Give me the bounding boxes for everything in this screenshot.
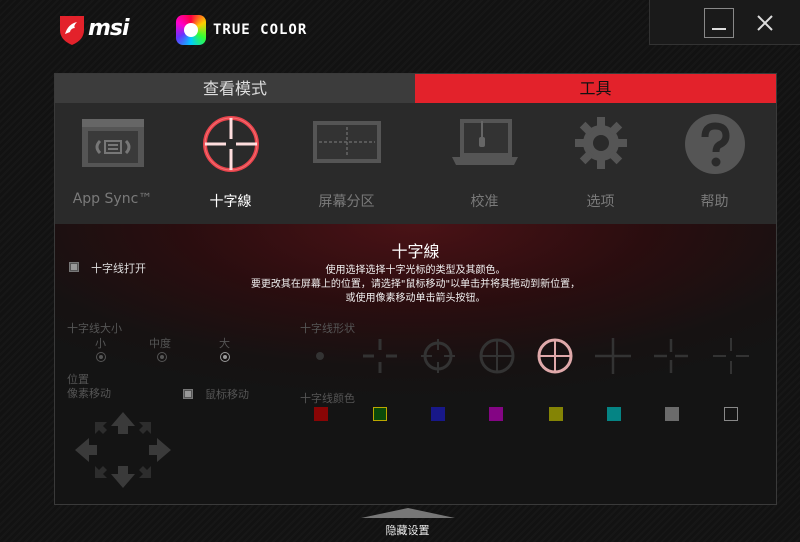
color-swatch-red[interactable] [314,407,328,421]
minimize-icon [712,28,726,30]
tab-view-mode[interactable]: 查看模式 [55,74,415,103]
size-medium-radio[interactable] [157,352,167,362]
app-sync-icon [81,119,144,167]
true-color-logo-icon [176,15,206,45]
size-small-radio[interactable] [96,352,106,362]
tool-label: App Sync™ [72,191,153,207]
arrow-down-button [111,466,135,488]
size-large-radio[interactable] [220,352,230,362]
tool-crosshair[interactable]: 十字線 [173,103,288,224]
tool-label: 帮助 [700,194,729,210]
size-label: 十字线大小 [67,322,122,335]
main-panel: 查看模式 工具 App Sync™ 十字線 屏幕分区 校准 选项 帮助 十字線 … [54,73,777,505]
msi-dragon-logo-icon [60,16,84,45]
color-swatch-green[interactable] [373,407,387,421]
collapse-arrow-icon [360,508,455,518]
minimize-button[interactable] [704,8,734,38]
help-icon [684,114,745,174]
shape-thin-gap-cross[interactable] [711,336,751,376]
crosshair-enable-label: 十字线打开 [91,262,146,275]
tool-label: 校准 [470,194,499,210]
tool-app-sync[interactable]: App Sync™ [55,103,170,224]
shape-plain-cross[interactable] [593,336,633,376]
screen-split-icon [312,121,381,163]
app-window: msi TRUE COLOR 查看模式 工具 App Sync™ 十字線 屏幕分… [0,0,800,542]
tool-calibration[interactable]: 校准 [427,103,542,224]
color-swatch-white[interactable] [724,407,738,421]
shape-dotted-cross[interactable] [651,336,691,376]
color-swatch-blue[interactable] [431,407,445,421]
shape-label: 十字线形状 [300,322,355,335]
product-title: TRUE COLOR [213,22,308,38]
crosshair-enable-checkbox[interactable] [69,262,79,272]
hide-settings-button[interactable]: 隐藏设置 [360,508,455,542]
mouse-move-checkbox[interactable] [183,389,193,399]
pixel-move-label: 像素移动 [67,387,111,400]
shape-dot[interactable] [300,336,340,376]
shape-small-circle-cross[interactable] [418,336,458,376]
tool-label: 屏幕分区 [318,194,375,210]
description-line: 使用选择选择十字光标的类型及其颜色。 [325,265,506,276]
description-line: 要更改其在屏幕上的位置，请选择"鼠标移动"以单击并将其拖动到新位置， [250,279,581,290]
color-label: 十字线颜色 [300,392,355,405]
arrow-upright-button [139,422,151,434]
arrow-downleft-button [95,466,107,478]
arrow-right-button [149,438,171,462]
description-line: 或使用像素移动单击箭头按钮。 [345,293,486,304]
tab-bar: 查看模式 工具 [55,74,776,103]
shape-gap-cross[interactable] [360,336,400,376]
hide-settings-label: 隐藏设置 [385,524,430,537]
tab-tools[interactable]: 工具 [415,74,776,103]
tool-screen-split[interactable]: 屏幕分区 [289,103,404,224]
size-small-label: 小 [95,337,106,350]
crosshair-settings: 十字線 使用选择选择十字光标的类型及其颜色。 要更改其在屏幕上的位置，请选择"鼠… [55,224,776,504]
shape-circle-full-cross[interactable] [535,336,575,376]
tool-label: 十字線 [209,194,252,210]
color-swatch-yellow[interactable] [549,407,563,421]
shape-circle-cross[interactable] [477,336,517,376]
color-swatch-magenta[interactable] [489,407,503,421]
size-medium-label: 中度 [149,337,171,350]
color-swatch-gray[interactable] [665,407,679,421]
gear-icon [574,117,627,169]
arrow-downright-button [139,466,151,478]
mouse-move-label: 鼠标移动 [205,388,249,401]
color-swatch-cyan[interactable] [607,407,621,421]
arrow-up-button [111,412,135,434]
arrow-left-button [75,438,97,462]
pixel-move-pad [75,412,171,488]
tools-toolbar: App Sync™ 十字線 屏幕分区 校准 选项 帮助 [55,103,776,224]
arrow-upleft-button [95,422,107,434]
close-icon [757,15,773,31]
crosshair-icon [202,116,259,172]
size-large-label: 大 [219,337,230,350]
section-description: 使用选择选择十字光标的类型及其颜色。 要更改其在屏幕上的位置，请选择"鼠标移动"… [55,264,776,306]
tool-label: 选项 [586,194,615,210]
brand-logo-text: msi [88,16,130,41]
tool-help[interactable]: 帮助 [657,103,772,224]
calibration-icon [451,119,518,165]
close-button[interactable] [750,8,780,38]
tool-options[interactable]: 选项 [543,103,658,224]
section-title: 十字線 [391,242,440,261]
